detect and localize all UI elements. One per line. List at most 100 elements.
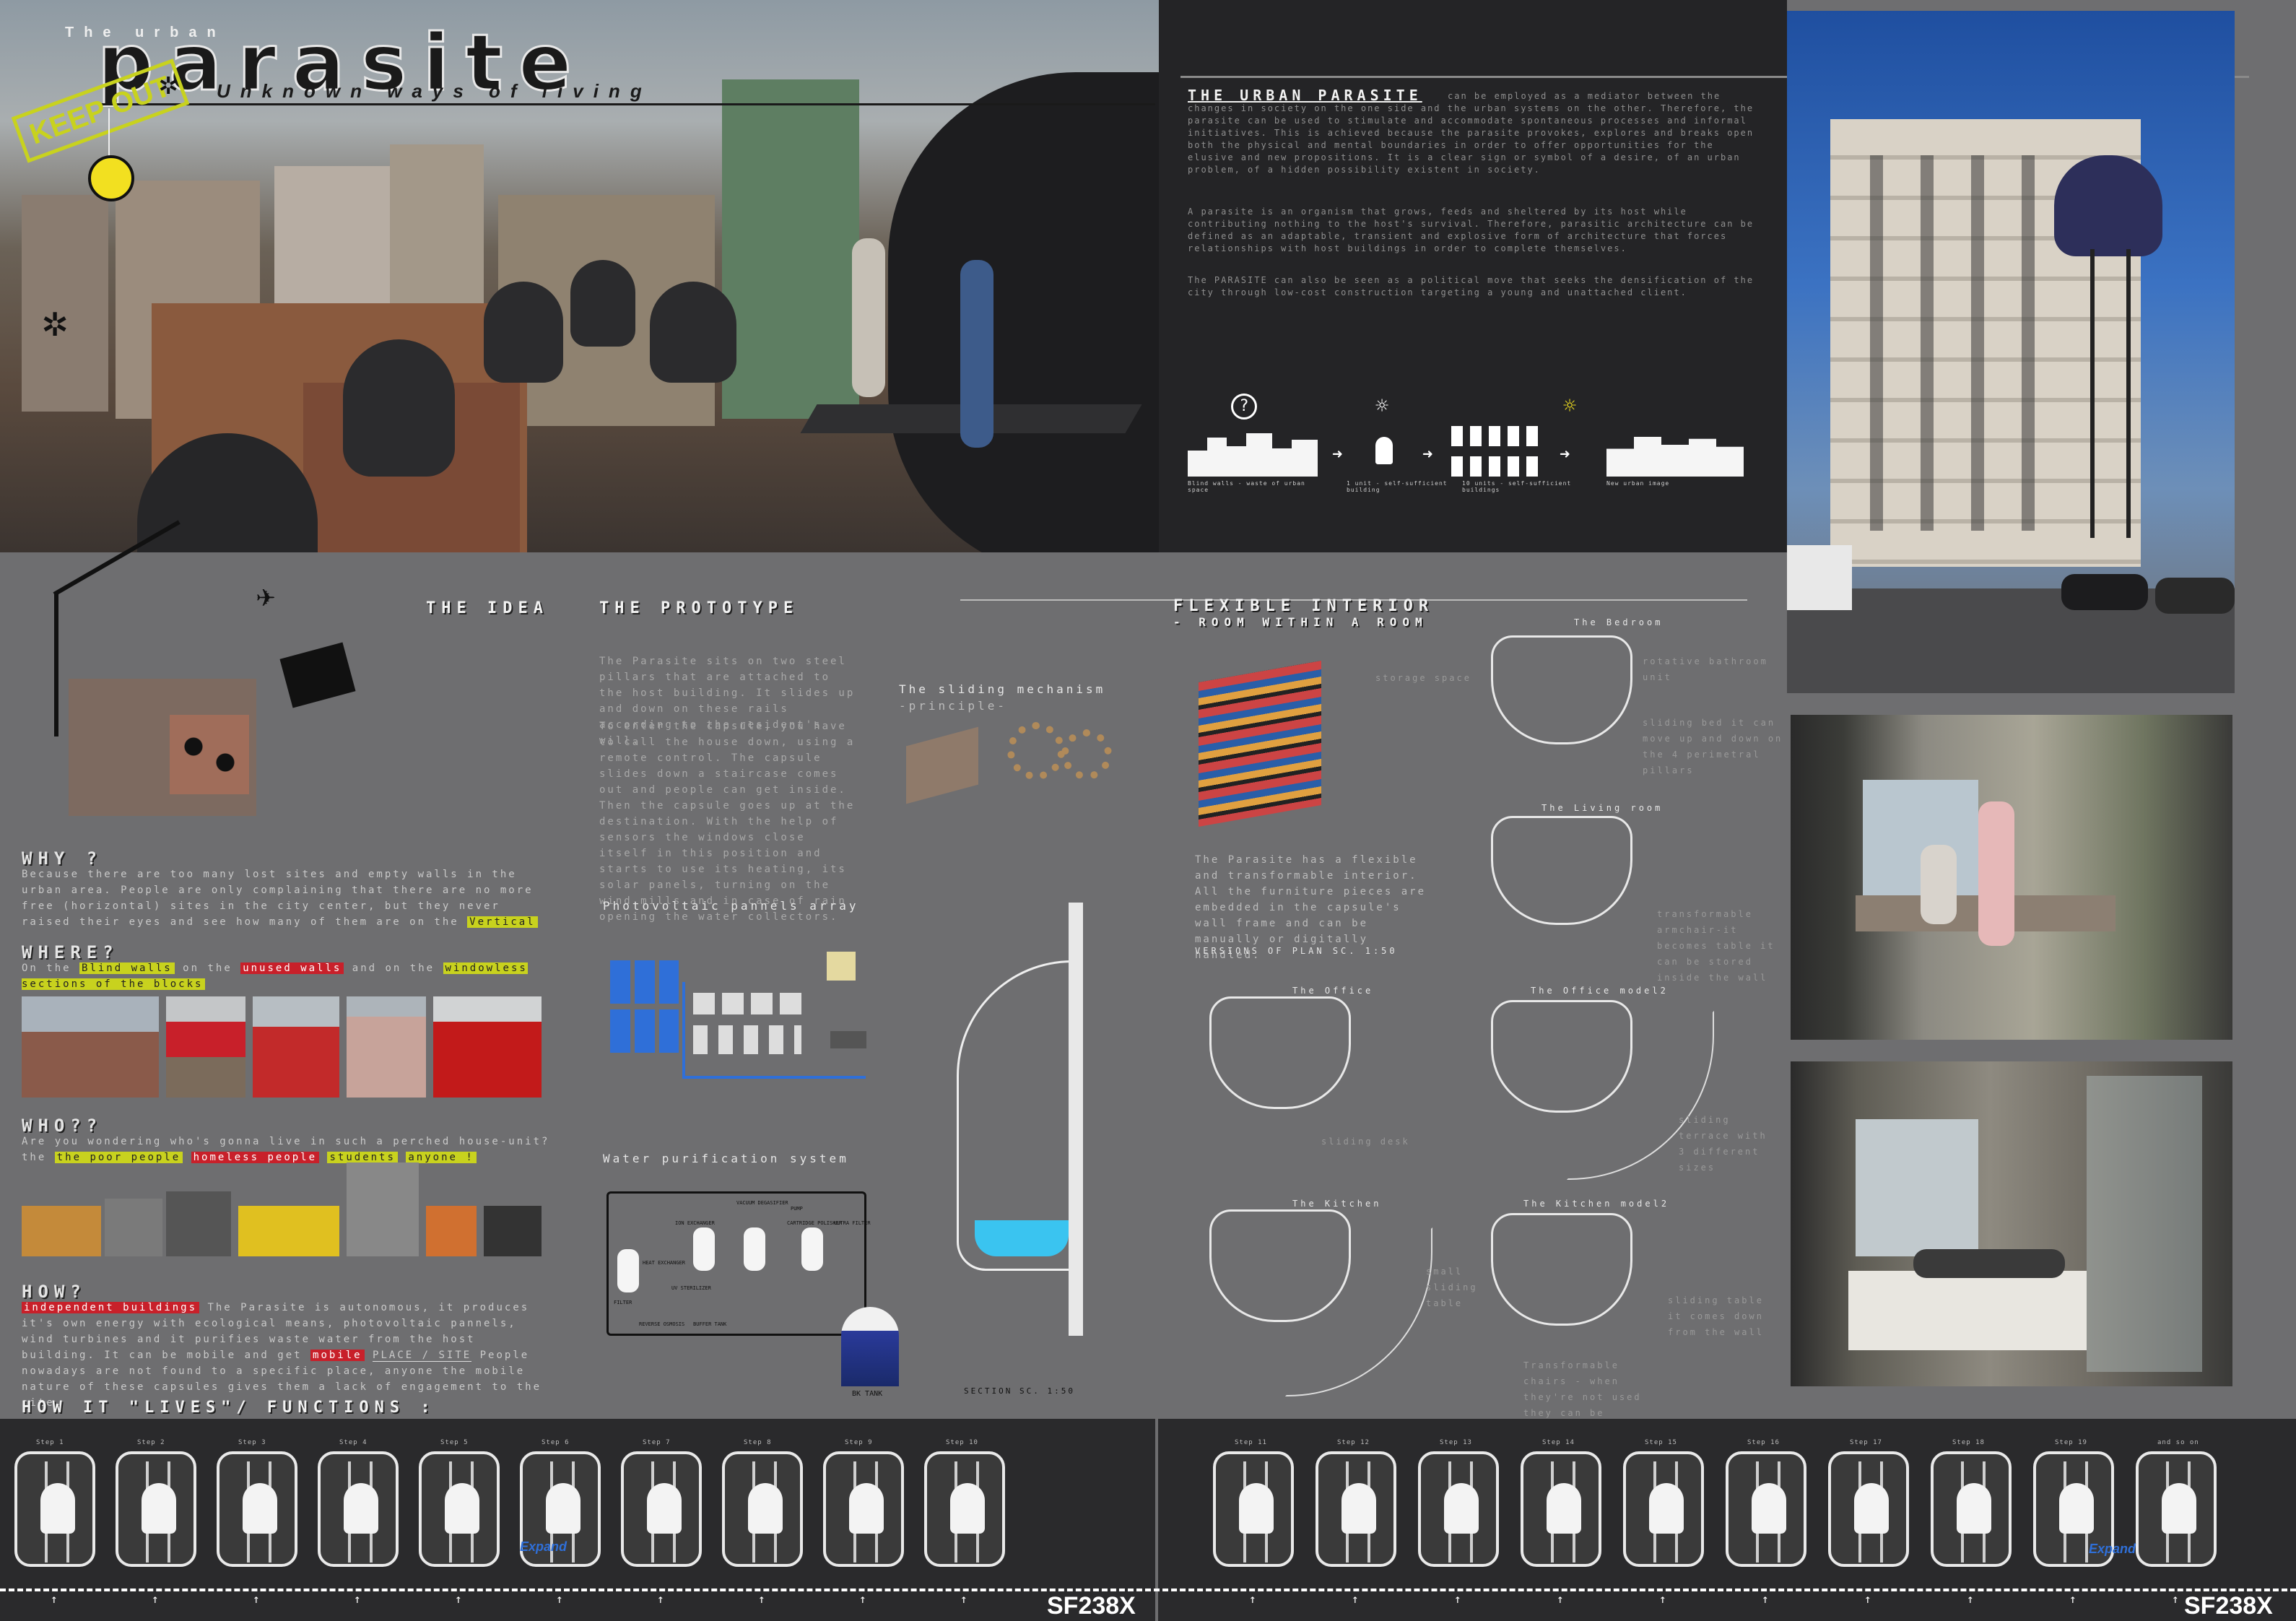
plan-bedroom (1491, 635, 1632, 744)
section-drawing (957, 903, 1087, 1336)
parked-car (2061, 574, 2148, 610)
step-label: Step 17 (1850, 1439, 1882, 1446)
capsule-icon (344, 1483, 378, 1534)
up-arrow-icon: ↑ (1762, 1592, 1769, 1606)
up-arrow-icon: ↑ (2172, 1592, 2179, 1606)
where-photos (22, 996, 542, 1098)
pv-panels-array (610, 1009, 679, 1053)
capsule-icon (1341, 1483, 1376, 1534)
up-arrow-icon: ↑ (2069, 1592, 2077, 1606)
parasite-pod (650, 282, 736, 383)
arrow-icon: ➜ (1560, 444, 1570, 464)
where-highlight-blind: Blind walls (79, 962, 175, 974)
crane-collage: ✈ (25, 520, 365, 823)
pod-rails (2090, 249, 2095, 538)
people-photo (105, 1199, 162, 1256)
step-card (2136, 1451, 2217, 1567)
capsule-icon (243, 1483, 277, 1534)
crane (54, 592, 58, 736)
up-arrow-icon: ↑ (960, 1592, 967, 1606)
note-terrace: sliding terrace with 3 different sizes (1679, 1115, 1767, 1173)
step-card (318, 1451, 399, 1567)
people-photo (22, 1206, 101, 1256)
versions-label: VERSIONS OF PLAN SC. 1:50 (1195, 946, 1398, 956)
where-text: On the Blind walls on the unused walls a… (22, 960, 570, 992)
step-label: Step 8 (744, 1439, 772, 1446)
expand-label-right: Expand (2089, 1542, 2136, 1556)
why-text-body: Because there are too many lost sites an… (22, 869, 534, 928)
who-photos (22, 1162, 542, 1256)
capsule-icon (1444, 1483, 1479, 1534)
sliding-subtitle: -principle- (899, 699, 1007, 713)
person-figure (960, 260, 993, 448)
where-text-and: and on the (352, 962, 435, 974)
water-tank (617, 1249, 639, 1292)
who-highlight-poor: the poor people (54, 1152, 183, 1163)
plan-living-room (1491, 816, 1632, 925)
gear-icon (1007, 722, 1065, 780)
up-arrow-icon: ↑ (758, 1592, 765, 1606)
capsule-icon (950, 1483, 985, 1534)
bk-tank-label: BK TANK (852, 1390, 883, 1398)
plan-title: The Bedroom (1574, 617, 1664, 627)
spider-yellow-icon (88, 155, 134, 201)
site-photo (347, 996, 426, 1098)
plan-title: The Office model2 (1531, 986, 1669, 996)
code-left: SF238X (1047, 1592, 1136, 1620)
step-card (924, 1451, 1005, 1567)
step-card (116, 1451, 196, 1567)
up-arrow-icon: ↑ (455, 1592, 462, 1606)
helicopter-icon: ✈ (256, 578, 276, 614)
bed (1848, 1271, 2087, 1350)
where-title: WHERE? (22, 942, 119, 962)
who-text: Are you wondering who's gonna live in su… (22, 1134, 556, 1165)
up-arrow-icon: ↑ (51, 1592, 58, 1606)
water-tank (801, 1227, 823, 1271)
up-arrow-icon: ↑ (1659, 1592, 1666, 1606)
water-tank (693, 1227, 715, 1271)
terrace-arc (1285, 1227, 1432, 1396)
person-lying (1913, 1249, 2065, 1278)
blind-walls-skyline (1188, 433, 1318, 477)
capsule-icon (647, 1483, 682, 1534)
note-armchair: transformable armchair-it becomes table … (1657, 909, 1775, 983)
attached-pod (2054, 155, 2162, 256)
sliding-mechanism-rail (906, 726, 978, 804)
step-label: Step 18 (1952, 1439, 1985, 1446)
capsule-icon (1239, 1483, 1274, 1534)
prototype-title: THE PROTOTYPE (599, 599, 799, 617)
pv-title: Photovoltaic pannels array (603, 899, 859, 913)
diagram-caption: 10 units - self-sufficient buildings (1462, 480, 1572, 493)
bulb-icon: ☼ (1375, 394, 1389, 419)
diagram-caption: New urban image (1606, 480, 1670, 487)
water-label: ULTRA FILTER (834, 1220, 871, 1226)
step-card (722, 1451, 803, 1567)
section-label: SECTION SC. 1:50 (964, 1386, 1075, 1396)
step-label: Step 10 (946, 1439, 978, 1446)
step-label: Step 14 (1542, 1439, 1575, 1446)
how-place: PLACE / SITE (373, 1350, 472, 1362)
why-highlight: Vertical (467, 916, 538, 928)
step-label: Step 1 (36, 1439, 64, 1446)
expand-label: Expand (520, 1539, 568, 1554)
bulb-lit-icon: ☼ (1563, 394, 1577, 419)
arrow-icon: ➜ (1332, 444, 1343, 464)
step-card (1213, 1451, 1294, 1567)
pv-devices (693, 993, 801, 1014)
capsule-icon (2162, 1483, 2196, 1534)
subtitle: Unknown ways of living (217, 80, 652, 102)
gear-icon (1061, 729, 1112, 780)
up-arrow-icon: ↑ (657, 1592, 664, 1606)
where-highlight-unused: unused walls (240, 962, 344, 974)
note-small-table: small sliding table (1426, 1266, 1478, 1308)
parasite-pod (343, 339, 455, 477)
how-text: independent buildings The Parasite is au… (22, 1300, 556, 1411)
people-photo (347, 1162, 419, 1256)
capsule-icon (2059, 1483, 2094, 1534)
step-label: Step 12 (1337, 1439, 1370, 1446)
parked-car (2155, 578, 2235, 614)
large-capsule (888, 72, 1159, 552)
person-standing (1978, 801, 2014, 946)
intro-paragraph-2: A parasite is an organism that grows, fe… (1188, 207, 1754, 253)
up-arrow-icon: ↑ (1249, 1592, 1256, 1606)
